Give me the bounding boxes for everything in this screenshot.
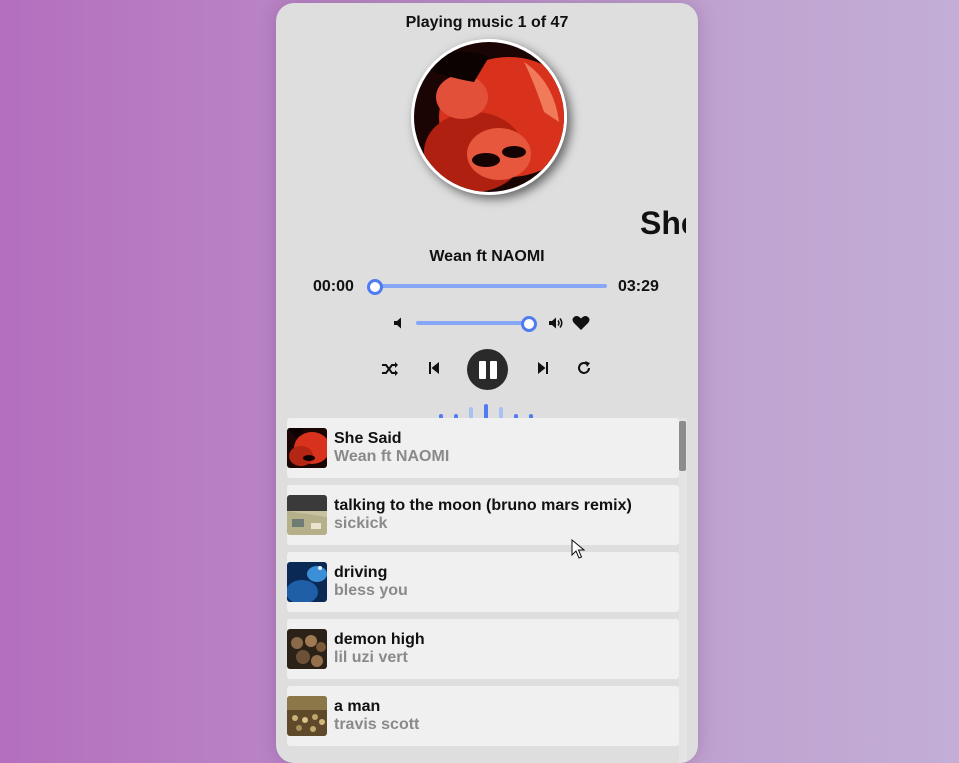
track-title: a man <box>334 698 381 715</box>
song-title: She <box>640 205 686 241</box>
playlist-item[interactable]: demon high lil uzi vert <box>287 619 679 679</box>
playlist-item[interactable]: driving bless you <box>287 552 679 612</box>
repeat-icon[interactable] <box>576 360 592 381</box>
track-thumbnail <box>287 696 327 736</box>
track-artist: bless you <box>334 582 408 599</box>
track-artist: sickick <box>334 515 388 532</box>
album-cover <box>411 39 567 195</box>
track-thumbnail <box>287 629 327 669</box>
track-title: She Said <box>334 430 402 447</box>
playlist-item[interactable]: She Said Wean ft NAOMI <box>287 418 679 478</box>
volume-slider-handle[interactable] <box>521 316 537 332</box>
playlist-item[interactable]: a man travis scott <box>287 686 679 746</box>
heart-icon[interactable] <box>572 315 590 336</box>
playlist-scrollbar-thumb[interactable] <box>679 421 686 471</box>
track-artist: travis scott <box>334 716 420 733</box>
volume-low-icon[interactable] <box>393 316 405 335</box>
playlist: She Said Wean ft NAOMI talking to the mo… <box>287 418 679 763</box>
pause-button[interactable] <box>467 349 508 390</box>
visualizer-bar <box>484 404 488 419</box>
track-title: demon high <box>334 631 425 648</box>
skip-back-icon[interactable] <box>428 361 440 380</box>
pause-icon <box>478 360 497 379</box>
volume-high-icon[interactable] <box>548 316 564 335</box>
track-artist: lil uzi vert <box>334 649 408 666</box>
current-time: 00:00 <box>313 278 354 295</box>
volume-slider-track[interactable] <box>416 321 528 325</box>
skip-forward-icon[interactable] <box>537 361 549 380</box>
track-thumbnail <box>287 428 327 468</box>
total-time: 03:29 <box>618 278 659 295</box>
song-artist: Wean ft NAOMI <box>429 248 545 265</box>
playlist-item[interactable]: talking to the moon (bruno mars remix) s… <box>287 485 679 545</box>
shuffle-icon[interactable] <box>381 361 399 382</box>
progress-bar-track[interactable] <box>373 284 607 288</box>
track-title: talking to the moon (bruno mars remix) <box>334 497 632 514</box>
now-playing-status: Playing music 1 of 47 <box>405 14 569 31</box>
track-title: driving <box>334 564 388 581</box>
track-thumbnail <box>287 562 327 602</box>
progress-bar-handle[interactable] <box>367 279 383 295</box>
mouse-cursor-icon <box>571 538 586 564</box>
song-title-marquee: She <box>276 205 686 245</box>
track-thumbnail <box>287 495 327 535</box>
track-artist: Wean ft NAOMI <box>334 448 450 465</box>
music-player-card: Playing music 1 of 47 She Wean ft NAOMI … <box>276 3 698 763</box>
